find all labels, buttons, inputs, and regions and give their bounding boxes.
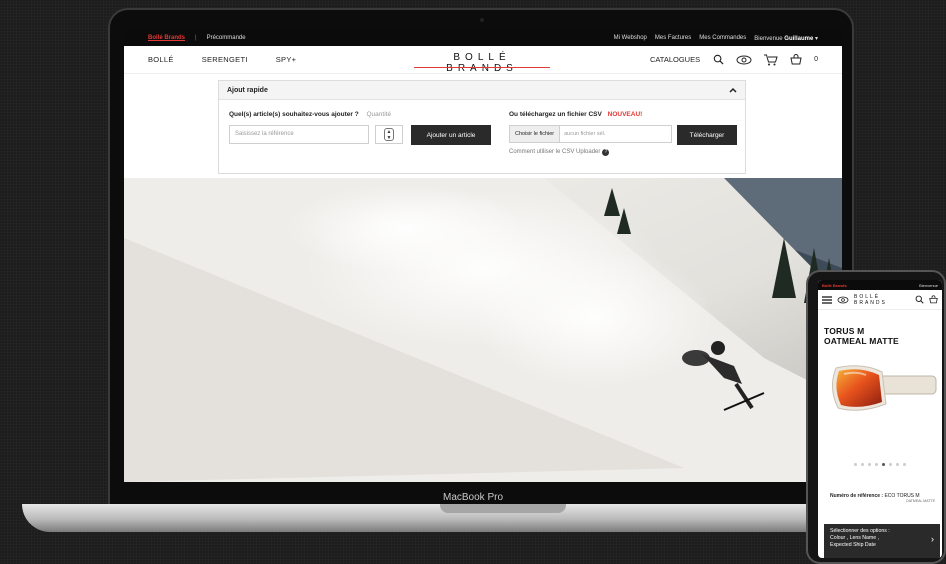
quick-add-header[interactable]: Ajout rapide — [219, 81, 745, 100]
carousel-dot[interactable] — [896, 463, 899, 466]
help-icon[interactable]: ? — [602, 149, 610, 156]
quantity-stepper[interactable]: ▲ ▼ — [375, 125, 403, 144]
chevron-right-icon: › — [931, 534, 934, 544]
csv-help-link[interactable]: Comment utiliser le CSV Uploader? — [509, 149, 610, 156]
preorder-link[interactable]: Précommande — [207, 35, 246, 41]
account-links: Mi Webshop Mes Factures Mes Commandes Bi… — [614, 35, 818, 42]
carousel-dot[interactable] — [875, 463, 878, 466]
reference-number: Numéro de référence : ECO TORUS M OATMEA… — [830, 493, 935, 503]
camera — [480, 18, 484, 22]
nav-spy[interactable]: SPY+ — [276, 55, 297, 64]
stepper-arrows-icon[interactable]: ▲ ▼ — [384, 128, 394, 141]
eye-icon[interactable] — [736, 54, 752, 66]
chevron-up-icon[interactable] — [729, 86, 737, 95]
hero-image — [124, 178, 842, 482]
laptop-notch — [440, 504, 566, 513]
phone-basket-icon[interactable] — [929, 291, 938, 309]
carousel-dot-active[interactable] — [882, 463, 885, 466]
nav-serengeti[interactable]: SERENGETI — [202, 55, 248, 64]
quick-add-title: Ajout rapide — [227, 86, 268, 94]
nav-bolle[interactable]: BOLLÉ — [148, 55, 174, 64]
quick-add-panel: Ajout rapide Quel(s) article(s) souhaite… — [218, 80, 746, 174]
carousel-dot[interactable] — [889, 463, 892, 466]
carousel-dot[interactable] — [854, 463, 857, 466]
upload-button[interactable]: Télécharger — [677, 125, 737, 145]
webshop-link[interactable]: Mi Webshop — [614, 35, 647, 42]
phone-screen: Bollé Brands Bienvenue BOLLÉ BRANDS TORU… — [818, 280, 942, 558]
phone-greeting[interactable]: Bienvenue — [919, 283, 938, 288]
top-bar: Bollé Brands | Précommande Mi Webshop Me… — [124, 30, 842, 46]
csv-upload-label: Ou téléchargez un fichier CSV NOUVEAU! — [509, 111, 643, 118]
select-options-button[interactable]: Sélectionner des options : Colour , Lens… — [824, 524, 940, 558]
main-nav: BOLLÉ SERENGETI SPY+ BOLLÉ BRANDS CATALO… — [124, 46, 842, 74]
carousel-dot[interactable] — [868, 463, 871, 466]
phone-eye-icon[interactable] — [837, 291, 849, 309]
phone-search-icon[interactable] — [915, 291, 924, 309]
carousel-dots — [854, 463, 906, 466]
nav-catalogues[interactable]: CATALOGUES — [650, 55, 700, 64]
phone-top-bar: Bollé Brands Bienvenue — [818, 280, 942, 290]
phone-device: Bollé Brands Bienvenue BOLLÉ BRANDS TORU… — [806, 270, 946, 564]
choose-file-button[interactable]: Choisir le fichier — [510, 126, 561, 142]
site-logo[interactable]: BOLLÉ BRANDS — [414, 52, 550, 74]
laptop-model-label: MacBook Pro — [442, 492, 504, 503]
laptop-base — [22, 504, 922, 532]
file-input[interactable]: Choisir le fichier aucun fichier sél. — [509, 125, 672, 143]
laptop-screen: Bollé Brands | Précommande Mi Webshop Me… — [124, 30, 842, 482]
carousel-dot[interactable] — [861, 463, 864, 466]
new-badge: NOUVEAU! — [607, 111, 643, 118]
cart-count: 0 — [814, 56, 818, 63]
article-question: Quel(s) article(s) souhaitez-vous ajoute… — [229, 111, 392, 118]
no-file-text: aucun fichier sél. — [564, 131, 606, 137]
reference-input[interactable]: Saisissez la référence — [229, 125, 369, 144]
hamburger-icon[interactable] — [822, 291, 832, 309]
logo-underline — [414, 67, 550, 68]
add-article-button[interactable]: Ajouter un article — [411, 125, 491, 145]
orders-link[interactable]: Mes Commandes — [699, 35, 746, 42]
product-title: TORUS M OATMEAL MATTE — [824, 326, 899, 346]
carousel-dot[interactable] — [903, 463, 906, 466]
topbar-brand[interactable]: Bollé Brands — [148, 35, 185, 41]
invoices-link[interactable]: Mes Factures — [655, 35, 691, 42]
quantity-label: Quantité — [366, 111, 392, 118]
user-menu[interactable]: Bienvenue Guillaume ▾ — [754, 35, 818, 42]
phone-logo[interactable]: BOLLÉ BRANDS — [854, 294, 910, 306]
phone-nav: BOLLÉ BRANDS — [818, 290, 942, 310]
goggles-image — [826, 362, 938, 423]
search-icon[interactable] — [710, 54, 726, 66]
basket-icon[interactable] — [788, 54, 804, 66]
cart-icon[interactable] — [762, 54, 778, 66]
phone-topbar-brand[interactable]: Bollé Brands — [822, 283, 847, 288]
